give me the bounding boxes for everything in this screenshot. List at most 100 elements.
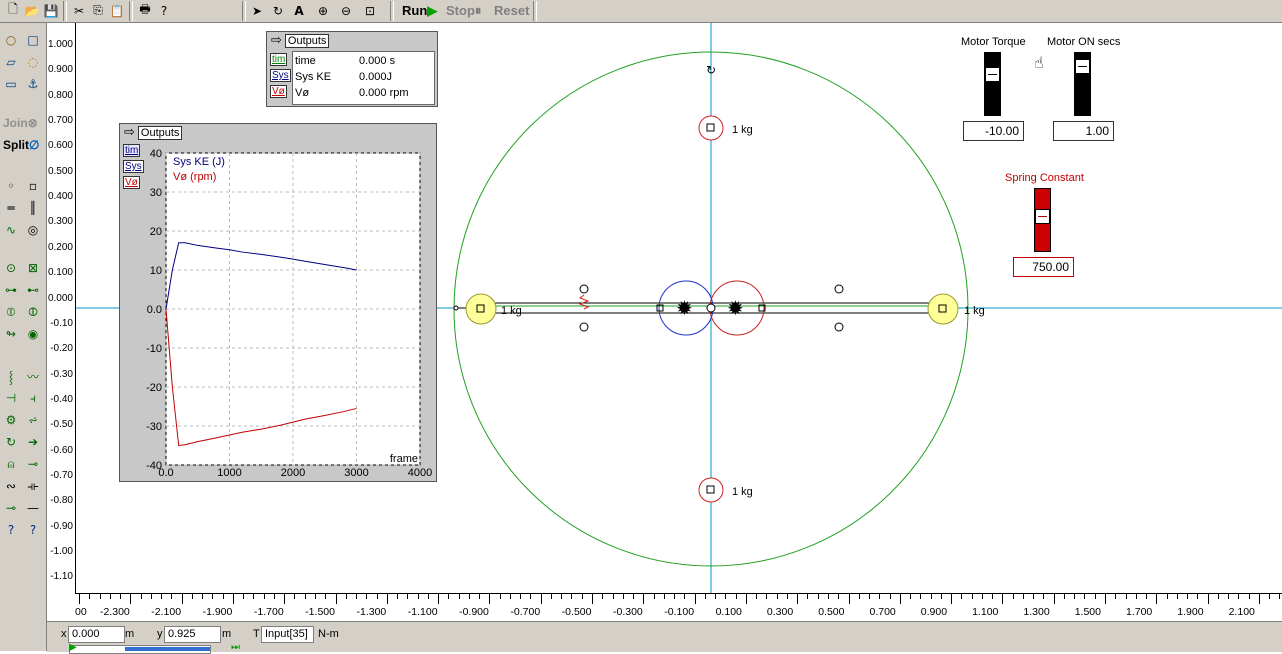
actuator-icon[interactable]: ⊸ xyxy=(24,455,42,473)
ruler-minor-tick xyxy=(807,594,809,599)
square-point-icon[interactable]: ▫ xyxy=(24,177,42,195)
slot-joint-icon[interactable]: ⊶ xyxy=(2,281,20,299)
center-pin[interactable] xyxy=(706,303,716,313)
rotational-motor-icon[interactable]: ⍝ xyxy=(2,455,20,473)
horizontal-slot-icon[interactable]: ═ xyxy=(2,199,20,217)
spring-constant-thumb[interactable] xyxy=(1035,209,1050,224)
circular-slot-joint-icon[interactable]: ◉ xyxy=(24,325,42,343)
vertical-ruler: 1.000 0.900 0.800 0.700 0.600 0.500 0.400 0.300… xyxy=(47,23,76,593)
curved-slot-icon[interactable]: ∿ xyxy=(2,221,20,239)
polygon-body-icon[interactable]: ▱ xyxy=(2,53,20,71)
curve-icon[interactable]: ∾ xyxy=(2,477,20,495)
graph-button-v[interactable]: Vø xyxy=(123,176,140,189)
horizontal-ruler-tick: -0.500 xyxy=(561,606,592,618)
open-folder-icon[interactable]: 📂 xyxy=(23,2,41,19)
right-top-anchor[interactable] xyxy=(834,284,844,294)
play-forward-icon[interactable]: ▶ xyxy=(69,642,77,653)
damper-icon[interactable]: ⊣ xyxy=(2,389,20,407)
expand-arrow-icon[interactable]: ⇨ xyxy=(124,125,135,140)
reset-button[interactable]: Reset xyxy=(494,3,529,18)
output-button-0[interactable]: tim xyxy=(270,53,288,66)
rectangle-body-icon[interactable]: □ xyxy=(24,31,42,49)
ruler-minor-tick xyxy=(1197,594,1199,599)
right-mass[interactable] xyxy=(927,293,959,325)
zoom-out-icon[interactable]: ⊖ xyxy=(337,2,355,19)
frame-slider-track[interactable] xyxy=(69,645,211,654)
ruler-minor-tick xyxy=(1269,594,1271,599)
rotate-tool-icon[interactable]: ↻ xyxy=(269,2,287,19)
right-bottom-anchor[interactable] xyxy=(834,322,844,332)
query-icon[interactable]: ? xyxy=(2,521,20,539)
new-file-icon[interactable]: 🗋 xyxy=(4,2,22,19)
square-body-icon[interactable]: ▭ xyxy=(2,75,20,93)
copy-icon[interactable]: ⎘ xyxy=(89,2,107,19)
bottom-mass[interactable] xyxy=(698,477,724,503)
stop-button[interactable]: Stop⏸ xyxy=(446,3,481,19)
pin-joint-icon[interactable]: ⊙ xyxy=(2,259,20,277)
spring-icon[interactable]: 〰 xyxy=(24,367,42,385)
circular-slot-icon[interactable]: ◎ xyxy=(24,221,42,239)
graph-button-sys[interactable]: Sys xyxy=(123,160,144,173)
motor-on-secs-slider[interactable] xyxy=(1074,52,1091,116)
query-alt-icon[interactable]: ? xyxy=(24,521,42,539)
top-mass[interactable] xyxy=(698,115,724,141)
motor-torque-slider[interactable] xyxy=(984,52,1001,116)
motor-torque-thumb[interactable] xyxy=(985,67,1000,82)
vertical-slot-icon[interactable]: ║ xyxy=(24,199,42,217)
distance-icon[interactable]: ⟛ xyxy=(24,477,42,495)
spring-bottom-anchor[interactable] xyxy=(579,322,589,332)
graph-button-tim[interactable]: tim xyxy=(123,144,141,157)
run-button[interactable]: Run▶ xyxy=(402,3,437,19)
text-tool-icon[interactable]: A xyxy=(290,2,308,19)
anchor-icon[interactable]: ⚓ xyxy=(24,75,42,93)
spring-top-anchor[interactable] xyxy=(579,284,589,294)
print-icon[interactable]: 🖶 xyxy=(136,2,154,19)
circle-body-icon[interactable]: ○ xyxy=(2,31,20,49)
t-field[interactable]: Input[35] xyxy=(261,626,314,643)
x-coord-field[interactable]: 0.000 xyxy=(68,626,125,643)
zoom-in-icon[interactable]: ⊕ xyxy=(314,2,332,19)
ruler-minor-tick xyxy=(232,594,234,604)
spring-constant-slider[interactable] xyxy=(1034,188,1051,252)
ruler-minor-tick xyxy=(479,594,481,599)
ruler-minor-tick xyxy=(1002,594,1004,604)
separator-icon[interactable]: ⫞ xyxy=(24,389,42,407)
outputs-meter-window[interactable]: ⇨ Outputs tim time 0.000 s Sys Sys KE 0.000J V… xyxy=(266,31,438,107)
left-mass[interactable] xyxy=(465,293,497,325)
output-button-1[interactable]: Sys xyxy=(270,69,291,82)
help-icon[interactable]: ? xyxy=(155,2,173,19)
rotational-spring-icon[interactable]: ⩫ xyxy=(24,411,42,429)
graph-plot[interactable]: 403020100.0-10-20-30-400.0 1000 2000 3000 40… xyxy=(142,146,434,480)
point-element-icon[interactable]: ◦ xyxy=(2,177,20,195)
rigid-joint-icon[interactable]: ⊠ xyxy=(24,259,42,277)
output-button-2[interactable]: Vø xyxy=(270,85,287,98)
line-icon[interactable]: — xyxy=(24,499,42,517)
motor-on-secs-thumb[interactable] xyxy=(1075,59,1090,74)
paste-icon[interactable]: 📋 xyxy=(108,2,126,19)
pulley-icon[interactable]: ⊸ xyxy=(2,499,20,517)
step-forward-icon[interactable]: ⏭ xyxy=(231,642,240,653)
vertical-keyed-joint-icon[interactable]: ⦷ xyxy=(24,303,42,321)
motor-icon[interactable]: ↻ xyxy=(2,433,20,451)
pointer-tool-icon[interactable]: ➤ xyxy=(248,2,266,19)
expand-arrow-icon[interactable]: ⇨ xyxy=(271,33,282,48)
ruler-minor-tick xyxy=(622,594,624,599)
cut-icon[interactable]: ✂ xyxy=(70,2,88,19)
keyed-slot-joint-icon[interactable]: ⊷ xyxy=(24,281,42,299)
rope-icon[interactable]: ⸾ xyxy=(2,367,20,385)
gear-icon[interactable]: ⚙ xyxy=(2,411,20,429)
toolbar-divider xyxy=(390,1,394,21)
y-coord-field[interactable]: 0.925 xyxy=(164,626,221,643)
split-button[interactable]: Split∅ xyxy=(3,138,39,152)
curved-slot-joint-icon[interactable]: ↬ xyxy=(2,325,20,343)
zoom-fit-icon[interactable]: ⊡ xyxy=(361,2,379,19)
join-button[interactable]: Join⊗ xyxy=(3,116,38,130)
outputs-graph-window[interactable]: ⇨ Outputs tim Sys Vø 40 30 20 10 0.0 -10 -20 -3… xyxy=(119,123,437,482)
save-icon[interactable]: 💾 xyxy=(42,2,60,19)
force-icon[interactable]: ➔ xyxy=(24,433,42,451)
curved-body-icon[interactable]: ◌ xyxy=(24,53,42,71)
spring-constant-value[interactable]: 750.00 xyxy=(1013,257,1074,277)
motor-torque-value[interactable]: -10.00 xyxy=(963,121,1024,141)
vertical-slot-joint-icon[interactable]: ⦶ xyxy=(2,303,20,321)
motor-on-secs-value[interactable]: 1.00 xyxy=(1053,121,1114,141)
